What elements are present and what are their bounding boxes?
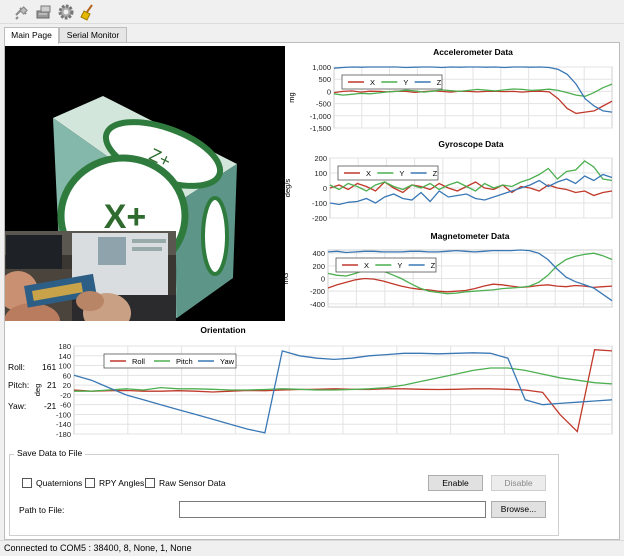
rpy-angles-checkbox[interactable] [85, 478, 95, 488]
y-axis-label: deg [33, 384, 42, 397]
raw-sensor-data-checkbox[interactable] [145, 478, 155, 488]
y-tick-label: 1,000 [312, 63, 331, 72]
save-data-group-title: Save Data to File [14, 448, 86, 458]
y-tick-label: 60 [63, 371, 71, 380]
y-tick-label: 180 [58, 342, 71, 351]
y-tick-label: -400 [310, 300, 325, 309]
y-tick-label: -500 [316, 100, 331, 109]
legend-label-x: X [370, 78, 375, 87]
legend-label-z: Z [437, 78, 442, 87]
legend-label-z: Z [433, 169, 438, 178]
pitch-value: 21 [47, 380, 57, 390]
y-tick-label: 0 [323, 184, 327, 193]
y-axis-label: mg [287, 92, 296, 102]
legend-label-y: Y [403, 78, 408, 87]
rpy-angles-label: RPY Angles [99, 478, 145, 488]
y-tick-label: -200 [312, 214, 327, 223]
y-tick-label: 400 [312, 249, 325, 258]
yaw-label: Yaw: [8, 401, 27, 411]
enable-button[interactable]: Enable [428, 475, 483, 491]
y-tick-label: 20 [63, 381, 71, 390]
browse-button[interactable]: Browse... [491, 501, 546, 518]
raw-sensor-data-label: Raw Sensor Data [159, 478, 226, 488]
legend-label-roll: Roll [132, 357, 145, 366]
sensor-charts: Accelerometer Data 1,000 500 0 -500 -1,000 -1,… [33, 47, 613, 439]
legend-label-y: Y [399, 169, 404, 178]
status-text: Connected to COM5 : 38400, 8, None, 1, N… [4, 543, 192, 553]
y-tick-label: 0 [327, 87, 331, 96]
y-tick-label: 500 [318, 75, 331, 84]
y-tick-label: -140 [56, 420, 71, 429]
y-tick-label: -200 [310, 287, 325, 296]
y-tick-label: -100 [56, 410, 71, 419]
save-data-group [9, 454, 559, 536]
y-tick-label: -180 [56, 430, 71, 439]
y-tick-label: 0 [321, 275, 325, 284]
tab-main-page[interactable]: Main Page [4, 27, 59, 44]
roll-label: Roll: [8, 362, 26, 372]
y-axis-label: mG [281, 272, 290, 284]
status-bar: Connected to COM5 : 38400, 8, None, 1, N… [0, 540, 624, 556]
roll-value: 161 [42, 362, 57, 372]
path-to-file-label: Path to File: [19, 505, 65, 515]
chart-title: Orientation [200, 325, 245, 335]
quaternions-checkbox[interactable] [22, 478, 32, 488]
y-tick-label: -1,500 [310, 124, 331, 133]
y-tick-label: -20 [60, 391, 71, 400]
y-tick-label: 200 [312, 262, 325, 271]
chart-title: Magnetometer Data [431, 231, 510, 241]
yaw-value: -21 [44, 401, 57, 411]
legend-label-yaw: Yaw [220, 357, 235, 366]
y-tick-label: -60 [60, 401, 71, 410]
y-tick-label: -100 [312, 199, 327, 208]
legend-label-pitch: Pitch [176, 357, 193, 366]
y-tick-label: 140 [58, 352, 71, 361]
y-tick-label: 200 [314, 154, 327, 163]
disable-button[interactable]: Disable [491, 475, 546, 491]
y-axis-label: deg/s [283, 179, 292, 198]
y-tick-label: -1,000 [310, 112, 331, 121]
y-tick-label: 100 [58, 362, 71, 371]
legend-label-y: Y [397, 261, 402, 270]
legend-label-z: Z [431, 261, 436, 270]
quaternions-label: Quaternions [36, 478, 83, 488]
legend-label-x: X [366, 169, 371, 178]
y-tick-label: 100 [314, 169, 327, 178]
legend-label-x: X [364, 261, 369, 270]
chart-title: Accelerometer Data [433, 47, 513, 57]
chart-title: Gyroscope Data [438, 139, 503, 149]
pitch-label: Pitch: [8, 380, 30, 390]
path-to-file-input[interactable] [179, 501, 486, 518]
